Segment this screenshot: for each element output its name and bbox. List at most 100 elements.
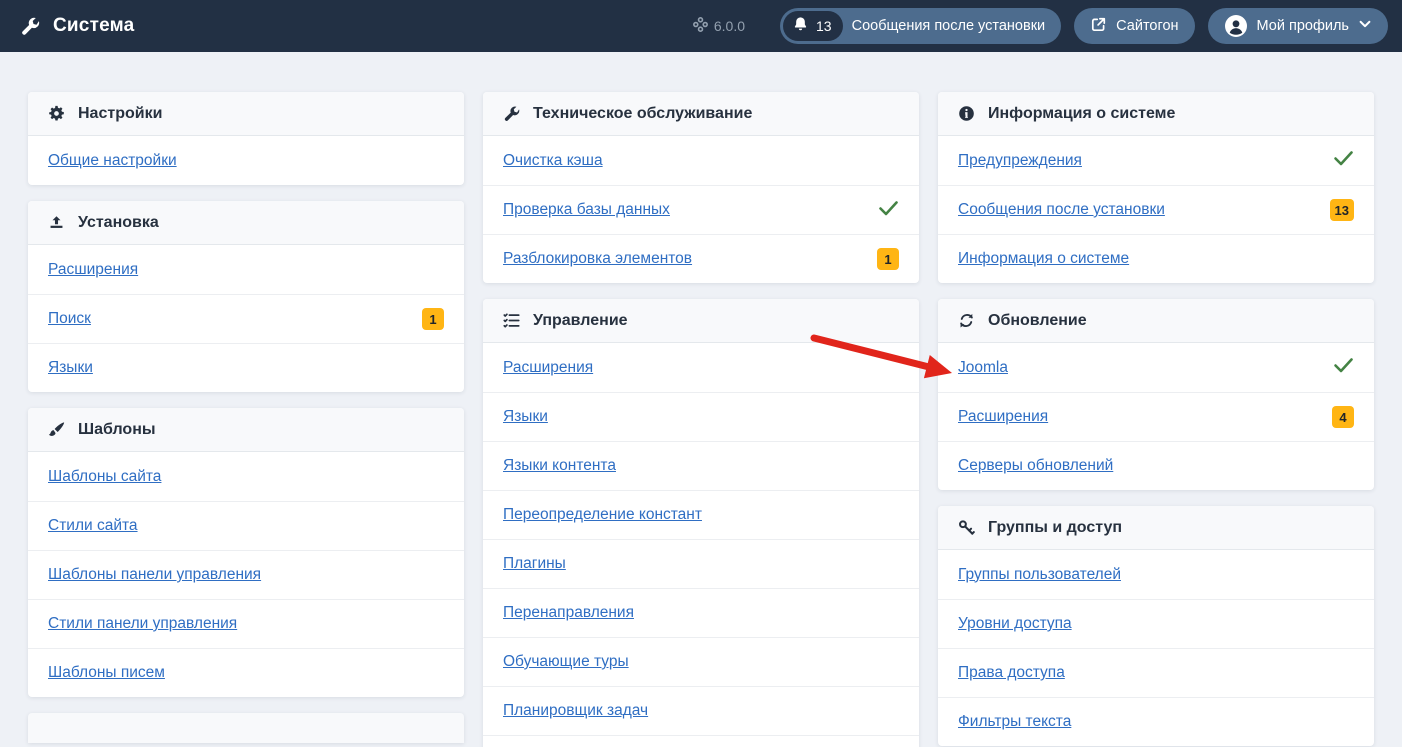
partial-card [28,713,464,743]
list-item: Поиск 1 [28,294,464,343]
partial-row [483,735,919,747]
list-item: Обучающие туры [483,637,919,686]
card-install: Установка Расширения Поиск 1 Языки [28,201,464,392]
card-maintenance: Техническое обслуживание Очистка кэша Пр… [483,92,919,283]
card-item-link[interactable]: Языки [503,408,548,426]
card-item-link[interactable]: Расширения [958,408,1048,426]
check-icon [1333,150,1354,171]
brush-icon [48,421,65,438]
joomla-logo-icon [693,17,708,35]
post-install-messages-button[interactable]: 13 Сообщения после установки [780,8,1061,44]
card-item-link[interactable]: Языки контента [503,457,616,475]
key-icon [958,519,975,536]
list-item: Плагины [483,539,919,588]
card-item-link[interactable]: Шаблоны писем [48,664,165,682]
list-item: Сообщения после установки 13 [938,185,1374,234]
card-item-link[interactable]: Разблокировка элементов [503,250,692,268]
list-item: Информация о системе [938,234,1374,283]
card-item-link[interactable]: Перенаправления [503,604,634,622]
list-item: Переопределение констант [483,490,919,539]
external-link-icon [1090,16,1107,37]
bell-icon [792,16,809,36]
card-item-link[interactable]: Проверка базы данных [503,201,670,219]
card-item-link[interactable]: Стили панели управления [48,615,237,633]
list-item: Группы пользователей [938,550,1374,599]
card-title: Информация о системе [988,105,1175,123]
card-manage-header: Управление [483,299,919,343]
profile-label: Мой профиль [1257,18,1349,34]
notification-capsule: 13 [783,11,843,41]
status-badge: 4 [1332,406,1354,428]
list-item: Предупреждения [938,136,1374,185]
card-install-header: Установка [28,201,464,245]
card-item-link[interactable]: Предупреждения [958,152,1082,170]
joomla-version: 6.0.0 [693,17,745,35]
card-item-link[interactable]: Языки [48,359,93,377]
list-item: Проверка базы данных [483,185,919,234]
card-item-link[interactable]: Joomla [958,359,1008,377]
card-access-header: Группы и доступ [938,506,1374,550]
list-item: Общие настройки [28,136,464,185]
card-item-link[interactable]: Серверы обновлений [958,457,1113,475]
card-item-link[interactable]: Поиск [48,310,91,328]
list-item: Шаблоны сайта [28,452,464,501]
site-preview-button[interactable]: Сайтогон [1074,8,1194,44]
card-item-link[interactable]: Планировщик задач [503,702,648,720]
card-item-link[interactable]: Группы пользователей [958,566,1121,584]
card-item-link[interactable]: Расширения [48,261,138,279]
card-item-link[interactable]: Фильтры текста [958,713,1071,731]
card-update-header: Обновление [938,299,1374,343]
list-item: Расширения 4 [938,392,1374,441]
user-circle-icon [1224,14,1248,38]
column-3: Информация о системе Предупреждения Сооб… [938,92,1374,746]
check-icon [878,200,899,221]
gear-icon [48,105,65,122]
card-title: Настройки [78,105,162,123]
card-item-link[interactable]: Обучающие туры [503,653,629,671]
wrench-icon [20,16,40,36]
card-system-info-header: Информация о системе [938,92,1374,136]
list-item: Языки [483,392,919,441]
profile-menu-button[interactable]: Мой профиль [1208,8,1388,44]
card-item-link[interactable]: Общие настройки [48,152,177,170]
card-item-link[interactable]: Права доступа [958,664,1065,682]
brand: Система [20,15,134,37]
list-item: Фильтры текста [938,697,1374,746]
list-item: Планировщик задач [483,686,919,735]
status-badge: 1 [877,248,899,270]
card-templates-header: Шаблоны [28,408,464,452]
card-item-link[interactable]: Уровни доступа [958,615,1072,633]
card-settings: Настройки Общие настройки [28,92,464,185]
card-templates: Шаблоны Шаблоны сайта Стили сайта Шаблон… [28,408,464,697]
card-title: Обновление [988,312,1087,330]
card-item-link[interactable]: Стили сайта [48,517,138,535]
info-circle-icon [958,105,975,122]
card-item-link[interactable]: Информация о системе [958,250,1129,268]
list-item: Языки [28,343,464,392]
card-item-link[interactable]: Переопределение констант [503,506,702,524]
list-item: Перенаправления [483,588,919,637]
chevron-down-icon [1358,17,1372,35]
list-item: Разблокировка элементов 1 [483,234,919,283]
column-1: Настройки Общие настройки Установка Расш… [28,92,464,743]
card-item-link[interactable]: Сообщения после установки [958,201,1165,219]
list-item: Стили панели управления [28,599,464,648]
check-icon [1333,357,1354,378]
card-access: Группы и доступ Группы пользователей Уро… [938,506,1374,746]
list-item: Шаблоны писем [28,648,464,697]
system-dashboard: Настройки Общие настройки Установка Расш… [0,52,1402,747]
card-item-link[interactable]: Шаблоны панели управления [48,566,261,584]
page-title: Система [53,15,134,37]
card-item-link[interactable]: Расширения [503,359,593,377]
card-manage: Управление Расширения Языки Языки контен… [483,299,919,747]
site-preview-label: Сайтогон [1116,18,1178,34]
card-item-link[interactable]: Очистка кэша [503,152,603,170]
card-title: Группы и доступ [988,519,1122,537]
list-item: Очистка кэша [483,136,919,185]
list-check-icon [503,312,520,329]
card-item-link[interactable]: Шаблоны сайта [48,468,161,486]
card-update: Обновление Joomla Расширения 4 Серверы о… [938,299,1374,490]
card-item-link[interactable]: Плагины [503,555,566,573]
status-badge: 13 [1330,199,1354,221]
list-item: Права доступа [938,648,1374,697]
